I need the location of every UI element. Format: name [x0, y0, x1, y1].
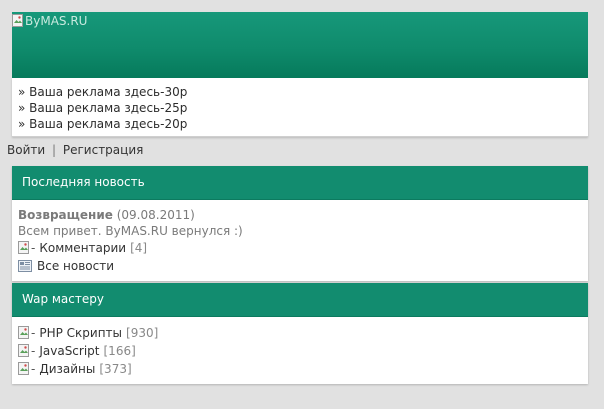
latest-news-body: Возвращение (09.08.2011) Всем привет. By…	[12, 200, 588, 281]
broken-image-icon	[18, 241, 30, 255]
broken-image-icon	[18, 326, 30, 340]
newspaper-icon	[18, 260, 32, 272]
news-text: Всем привет. ByMAS.RU вернулся :)	[18, 224, 243, 238]
all-news-row: Все новости	[18, 257, 582, 275]
list-item: - Дизайны [373]	[18, 360, 582, 378]
ad-link-25[interactable]: » Ваша реклама здесь-25р	[18, 100, 582, 116]
ad-link-30[interactable]: » Ваша реклама здесь-30р	[18, 84, 582, 100]
latest-news-title: Последняя новость	[12, 166, 588, 200]
auth-links: Войти | Регистрация	[7, 143, 143, 157]
wap-master-title: Wap мастеру	[12, 283, 588, 317]
register-link[interactable]: Регистрация	[63, 143, 143, 157]
comments-row: - Комментарии [4]	[18, 239, 582, 257]
header-banner: ByMAS.RU	[12, 12, 588, 78]
list-item: - PHP Скрипты [930]	[18, 324, 582, 342]
broken-image-icon	[18, 344, 30, 358]
news-headline-row: Возвращение (09.08.2011)	[18, 207, 582, 223]
news-date: (09.08.2011)	[116, 208, 195, 222]
ads-panel: » Ваша реклама здесь-30р » Ваша реклама …	[12, 78, 588, 137]
dash-marker: -	[31, 241, 36, 255]
designs-count: [373]	[99, 362, 132, 376]
dash-marker: -	[31, 362, 36, 376]
javascript-link[interactable]: JavaScript	[39, 343, 99, 359]
broken-image-icon	[18, 362, 30, 376]
wap-master-block: Wap мастеру - PHP Скрипты [930] - JavaSc…	[12, 283, 588, 384]
page-wrapper: ByMAS.RU » Ваша реклама здесь-30р » Ваша…	[12, 12, 588, 137]
comments-link[interactable]: Комментарии	[39, 240, 126, 256]
latest-news-block: Последняя новость Возвращение (09.08.201…	[12, 166, 588, 281]
ad-link-20[interactable]: » Ваша реклама здесь-20р	[18, 116, 582, 132]
php-scripts-count: [930]	[126, 326, 159, 340]
all-news-link[interactable]: Все новости	[37, 258, 114, 274]
broken-image-icon	[12, 14, 24, 28]
php-scripts-link[interactable]: PHP Скрипты	[39, 325, 122, 341]
auth-separator: |	[52, 143, 57, 157]
javascript-count: [166]	[103, 344, 136, 358]
comments-count: [4]	[130, 241, 148, 255]
dash-marker: -	[31, 326, 36, 340]
login-link[interactable]: Войти	[7, 143, 45, 157]
logo-alt-text: ByMAS.RU	[25, 14, 88, 28]
list-item: - JavaScript [166]	[18, 342, 582, 360]
designs-link[interactable]: Дизайны	[39, 361, 95, 377]
dash-marker: -	[31, 344, 36, 358]
wap-master-body: - PHP Скрипты [930] - JavaScript [166] -…	[12, 317, 588, 384]
news-headline-link[interactable]: Возвращение	[18, 208, 113, 222]
site-logo[interactable]: ByMAS.RU	[12, 14, 87, 28]
